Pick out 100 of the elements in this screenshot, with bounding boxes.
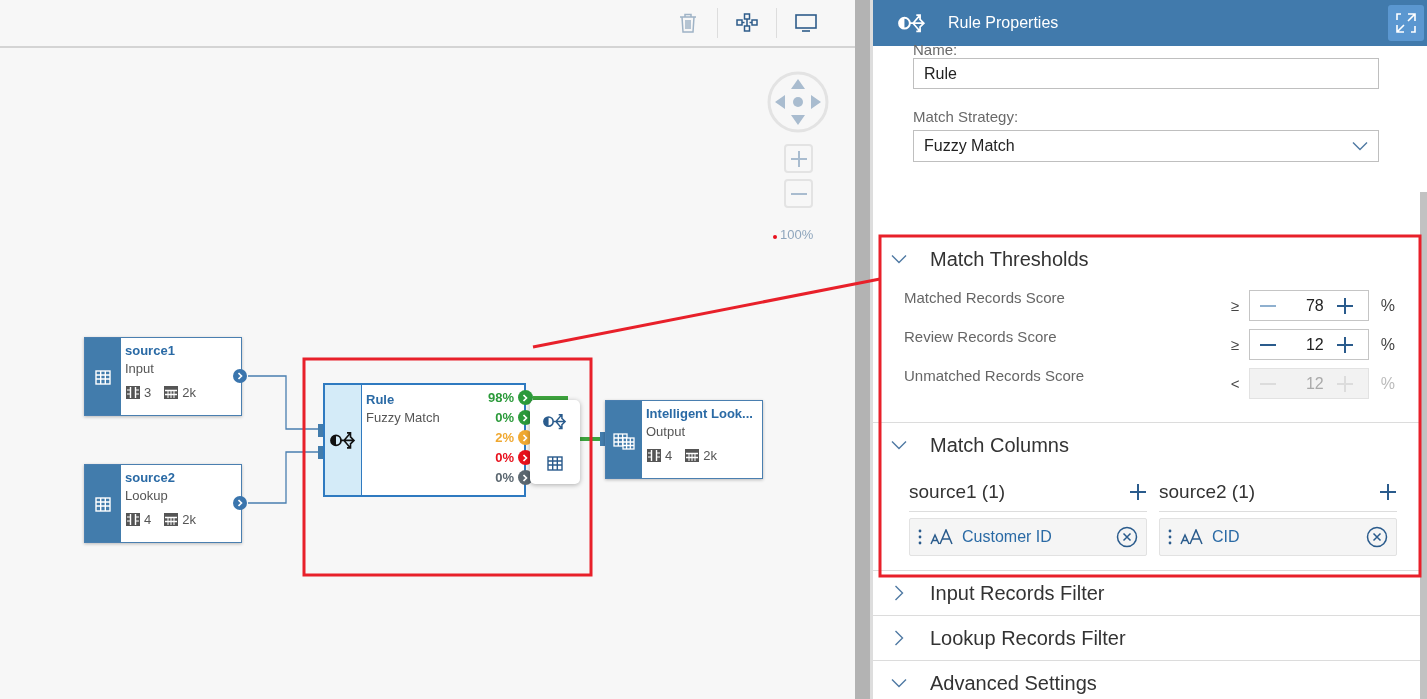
scrollbar[interactable] [855, 0, 873, 699]
chevron-right-icon [523, 453, 528, 462]
node-title: Rule [366, 392, 396, 407]
split-arrows-icon [543, 411, 567, 431]
unit: % [1379, 335, 1395, 354]
node-title: Intelligent Look... [646, 406, 753, 421]
expand-button[interactable] [1388, 5, 1424, 41]
chevron-down-icon [891, 440, 907, 450]
rows-icon [163, 385, 180, 400]
remove-button[interactable] [1366, 526, 1388, 548]
strategy-dropdown[interactable]: Fuzzy Match [913, 130, 1379, 162]
score-input[interactable]: 78 [1285, 296, 1327, 315]
data-node[interactable]: Intelligent Look... Output 4 2k [605, 400, 763, 479]
remove-icon [1366, 526, 1388, 548]
columns-icon [646, 448, 662, 463]
zoom-level: 100% [780, 227, 814, 242]
plus-icon [1335, 296, 1354, 315]
row-count: 2k [703, 448, 717, 463]
node-type: Fuzzy Match [366, 410, 440, 425]
add-button[interactable] [1379, 483, 1397, 501]
chevron-right-icon [523, 433, 528, 442]
marker-dot [773, 235, 777, 239]
plus-icon [1335, 335, 1354, 354]
name-input[interactable]: Rule [913, 58, 1379, 89]
node-type: Output [646, 424, 687, 439]
section-header[interactable]: Input Records Filter [873, 571, 1421, 615]
chevron-down-icon [1352, 141, 1368, 151]
chevron-down-icon [891, 678, 907, 688]
rows-icon [684, 448, 701, 463]
column-group-title: source1 (1) [909, 481, 1006, 503]
text-type-icon [930, 529, 954, 545]
operator: ≥ [1230, 296, 1240, 314]
data-node[interactable]: source2 Lookup 4 2k [84, 464, 242, 543]
connector-line [578, 437, 600, 441]
chevron-right-icon [237, 372, 243, 380]
node-title: source1 [125, 343, 176, 358]
chevron-right-icon [523, 473, 528, 482]
threshold-label: Review Records Score [904, 327, 1058, 345]
output-percentage: 0% [495, 470, 514, 485]
column-group-title: source2 (1) [1159, 481, 1256, 503]
score-stepper[interactable]: 78 [1248, 290, 1369, 321]
row-count: 2k [182, 512, 196, 527]
output-percentage: 98% [487, 390, 514, 405]
output-port[interactable] [233, 496, 247, 510]
match-column-chip[interactable]: CID [1159, 518, 1397, 556]
table-icon [94, 494, 112, 513]
remove-button[interactable] [1116, 526, 1138, 548]
output-port[interactable] [233, 369, 247, 383]
minus-icon [1258, 343, 1277, 346]
table-icon [94, 367, 112, 386]
field-label: Name: [913, 42, 959, 58]
plus-icon [1379, 483, 1397, 501]
minus-icon [789, 192, 808, 195]
field-label: Match Strategy: [913, 108, 1020, 125]
chevron-right-icon [523, 393, 528, 402]
section-header[interactable]: Match Columns [873, 423, 1421, 467]
plus-icon [1129, 483, 1147, 501]
drag-handle-icon [918, 529, 922, 545]
connector-line [533, 396, 568, 400]
operator: < [1230, 374, 1241, 392]
score-input[interactable]: 12 [1285, 335, 1327, 354]
node-type: Input [125, 361, 155, 376]
scrollbar[interactable] [1420, 192, 1427, 699]
unit: % [1379, 296, 1395, 315]
score-stepper[interactable]: 12 [1248, 329, 1369, 360]
output-percentage: 0% [495, 450, 514, 465]
split-arrows-icon [898, 11, 926, 35]
columns-icon [125, 385, 141, 400]
plus-icon [789, 149, 808, 168]
row-count: 2k [182, 385, 196, 400]
table-icon [546, 454, 564, 473]
connector-line [247, 375, 319, 430]
operator: ≥ [1230, 335, 1240, 353]
panel-title: Rule Properties [948, 14, 1060, 32]
monitor-icon [795, 13, 817, 33]
section-header[interactable]: Match Thresholds [873, 237, 1421, 281]
unit: % [1379, 374, 1395, 393]
columns-icon [125, 512, 141, 527]
trash-icon [679, 13, 697, 33]
threshold-label: Matched Records Score [904, 288, 1066, 306]
column-count: 3 [144, 385, 152, 400]
column-name: CID [1212, 528, 1241, 546]
chevron-right-icon [237, 499, 243, 507]
chevron-right-icon [523, 413, 528, 422]
connector-line [247, 451, 319, 504]
drag-handle-icon [1168, 529, 1172, 545]
output-percentage: 2% [495, 430, 514, 445]
rows-icon [163, 512, 180, 527]
data-node[interactable]: source1 Input 3 2k [84, 337, 242, 416]
chevron-down-icon [891, 254, 907, 264]
output-percentage: 0% [495, 410, 514, 425]
node-type: Lookup [125, 488, 169, 503]
chevron-right-icon [894, 630, 904, 646]
add-button[interactable] [1129, 483, 1147, 501]
chevron-right-icon [894, 585, 904, 601]
section-header[interactable]: Lookup Records Filter [873, 616, 1421, 660]
column-count: 4 [144, 512, 152, 527]
network-icon [736, 12, 758, 34]
match-column-chip[interactable]: Customer ID [909, 518, 1147, 556]
section-header[interactable]: Advanced Settings [873, 661, 1421, 699]
